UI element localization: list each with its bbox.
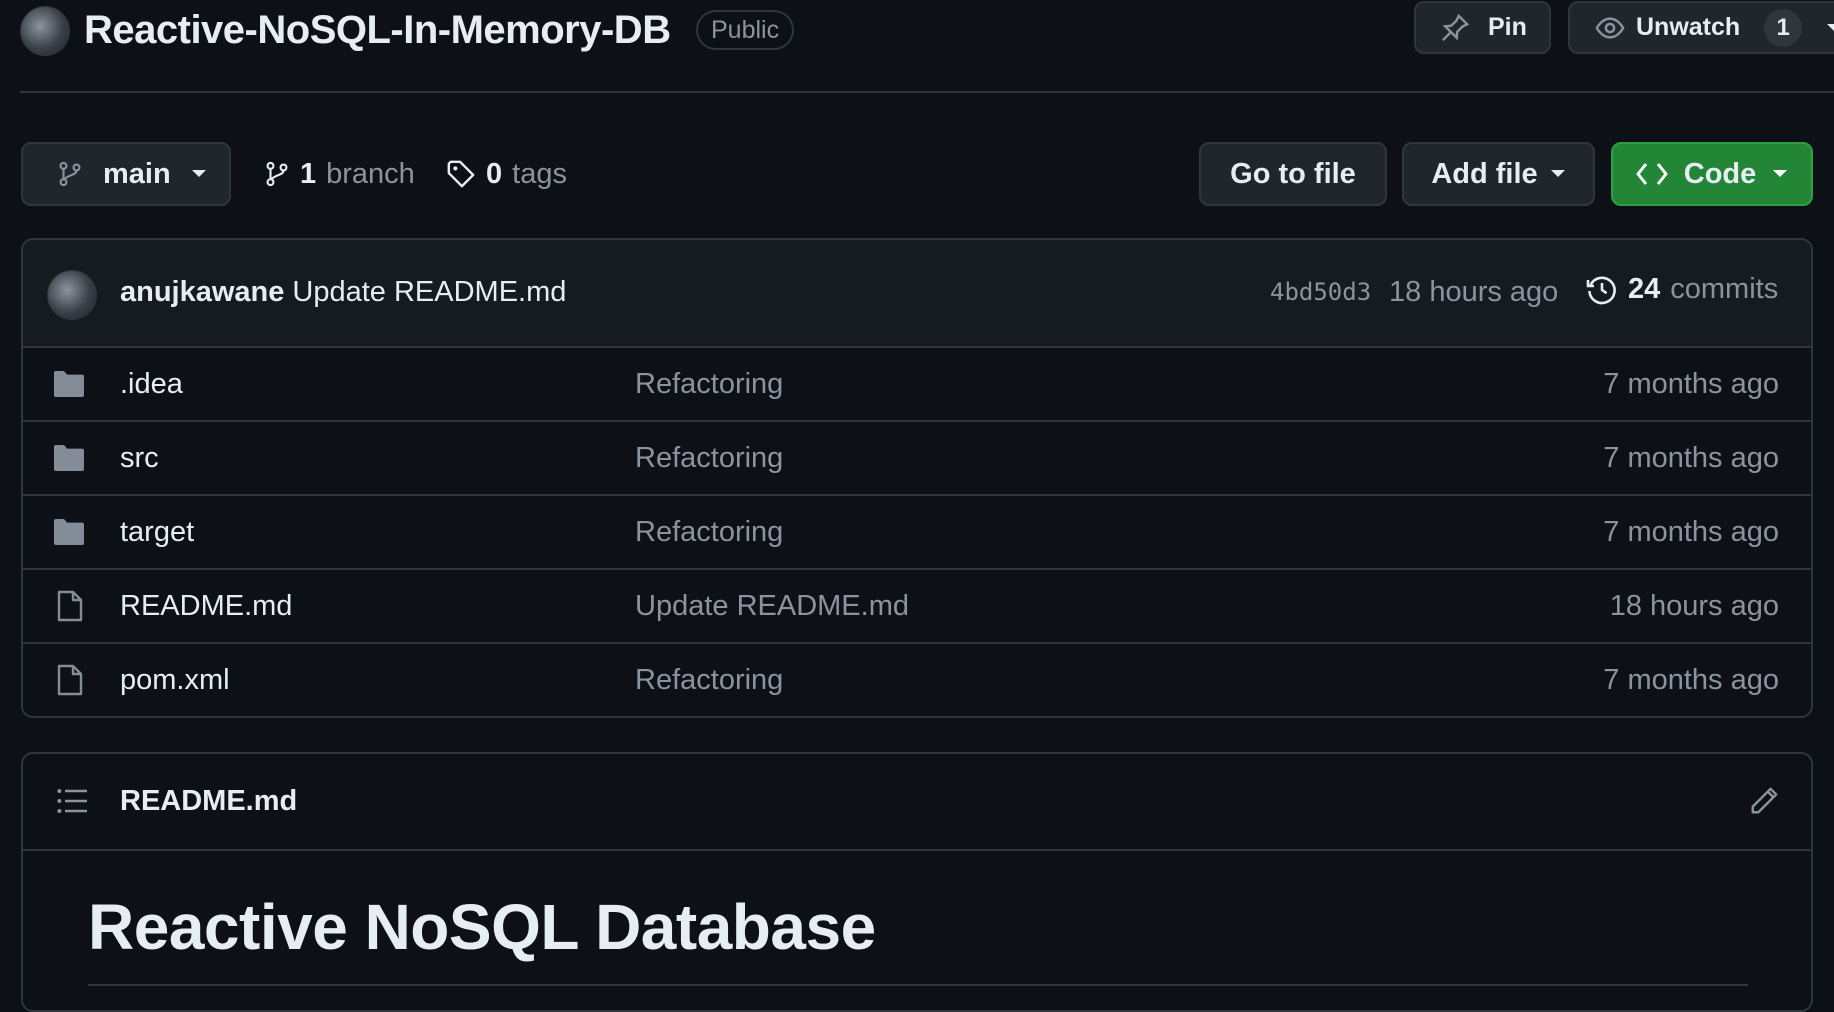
folder-icon [53, 444, 85, 472]
unwatch-label: Unwatch [1636, 13, 1741, 41]
tag-icon [446, 159, 476, 189]
readme-heading: Reactive NoSQL Database [88, 891, 876, 963]
file-time: 7 months ago [1603, 516, 1779, 548]
watch-count: 1 [1764, 8, 1803, 47]
owner-avatar[interactable] [20, 6, 70, 56]
commit-author[interactable]: anujkawane [120, 276, 284, 308]
header-divider [20, 91, 1834, 93]
file-icon [57, 664, 83, 696]
file-time: 7 months ago [1603, 664, 1779, 696]
code-button[interactable]: Code [1611, 142, 1813, 206]
file-commit-message[interactable]: Refactoring [635, 442, 783, 475]
folder-icon [53, 370, 85, 398]
tag-count: 0 [486, 157, 503, 190]
file-row[interactable]: .idea Refactoring 7 months ago [23, 348, 1811, 422]
file-name[interactable]: src [120, 442, 159, 475]
add-file-button[interactable]: Add file [1402, 142, 1595, 206]
pin-button[interactable]: Pin [1414, 1, 1551, 54]
pencil-icon[interactable] [1749, 786, 1779, 816]
commit-time: 18 hours ago [1389, 276, 1559, 308]
file-time: 7 months ago [1603, 368, 1779, 400]
repo-title[interactable]: Reactive-NoSQL-In-Memory-DB [84, 8, 671, 53]
file-name[interactable]: pom.xml [120, 664, 230, 697]
history-icon [1586, 274, 1618, 306]
commit-sha[interactable]: 4bd50d3 [1270, 278, 1371, 306]
unwatch-button[interactable]: Unwatch 1 [1568, 1, 1834, 54]
file-browser: anujkawane Update README.md 4bd50d3 18 ho… [21, 238, 1813, 718]
readme-header: README.md [23, 754, 1811, 851]
file-row[interactable]: pom.xml Refactoring 7 months ago [23, 644, 1811, 716]
file-row[interactable]: target Refactoring 7 months ago [23, 496, 1811, 570]
file-name[interactable]: target [120, 516, 194, 549]
readme-heading-rule [88, 984, 1748, 986]
file-commit-message[interactable]: Refactoring [635, 368, 783, 401]
pin-label: Pin [1488, 13, 1527, 41]
chevron-down-icon [1826, 23, 1834, 33]
go-to-file-button[interactable]: Go to file [1199, 142, 1387, 206]
git-branch-icon [264, 159, 290, 189]
chevron-down-icon [1550, 169, 1566, 179]
commit-author-avatar[interactable] [47, 270, 97, 320]
file-commit-message[interactable]: Update README.md [635, 590, 909, 623]
file-name[interactable]: .idea [120, 368, 183, 401]
file-time: 18 hours ago [1609, 590, 1779, 622]
commit-word: commits [1670, 273, 1779, 305]
file-row[interactable]: src Refactoring 7 months ago [23, 422, 1811, 496]
tag-word: tags [512, 157, 567, 190]
list-icon[interactable] [57, 788, 87, 814]
branch-count: 1 [300, 157, 317, 190]
code-icon [1636, 162, 1668, 186]
file-time: 7 months ago [1603, 442, 1779, 474]
code-label: Code [1683, 157, 1757, 190]
file-row[interactable]: README.md Update README.md 18 hours ago [23, 570, 1811, 644]
branches-link[interactable]: 1 branch [264, 154, 415, 194]
readme-filename[interactable]: README.md [120, 785, 297, 818]
commits-link[interactable]: 24 commits [1586, 273, 1778, 306]
chevron-down-icon [1772, 169, 1788, 179]
readme-panel: README.md Reactive NoSQL Database [21, 752, 1813, 1012]
folder-icon [53, 518, 85, 546]
latest-commit-message: anujkawane Update README.md [120, 276, 566, 309]
tags-link[interactable]: 0 tags [446, 154, 567, 194]
file-commit-message[interactable]: Refactoring [635, 664, 783, 697]
file-icon [57, 590, 83, 622]
chevron-down-icon [191, 169, 207, 179]
branch-name: main [103, 157, 171, 190]
git-branch-icon [57, 159, 83, 189]
go-to-file-label: Go to file [1230, 157, 1356, 190]
add-file-label: Add file [1431, 157, 1538, 190]
latest-commit-row: anujkawane Update README.md 4bd50d3 18 ho… [23, 240, 1811, 348]
visibility-badge: Public [696, 10, 795, 50]
eye-icon [1594, 13, 1626, 43]
file-name[interactable]: README.md [120, 590, 292, 623]
commit-count: 24 [1628, 273, 1661, 305]
branch-word: branch [326, 157, 415, 190]
commit-message[interactable]: Update README.md [292, 276, 566, 308]
pin-icon [1440, 13, 1470, 43]
branch-select-button[interactable]: main [21, 142, 231, 206]
file-commit-message[interactable]: Refactoring [635, 516, 783, 549]
